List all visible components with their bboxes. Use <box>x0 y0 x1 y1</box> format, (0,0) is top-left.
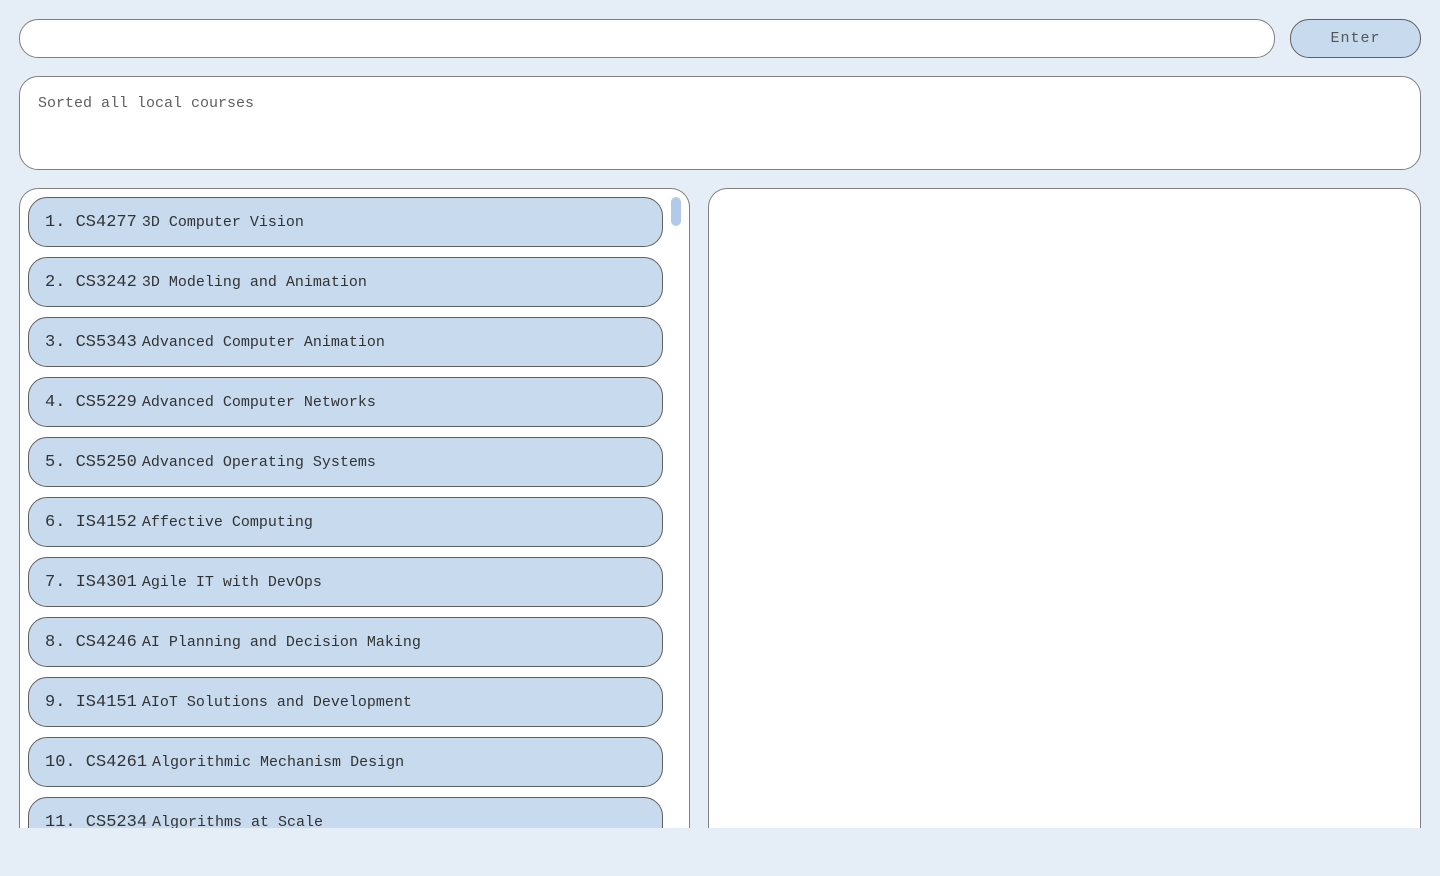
course-title: 3D Modeling and Animation <box>142 274 367 291</box>
course-title: Advanced Computer Animation <box>142 334 385 351</box>
course-item[interactable]: 4. CS5229 Advanced Computer Networks <box>28 377 663 427</box>
course-label: 5. CS5250 Advanced Operating Systems <box>45 453 376 472</box>
course-code: 6. IS4152 <box>45 513 137 532</box>
course-label: 3. CS5343 Advanced Computer Animation <box>45 333 385 352</box>
course-item[interactable]: 7. IS4301 Agile IT with DevOps <box>28 557 663 607</box>
course-item[interactable]: 1. CS4277 3D Computer Vision <box>28 197 663 247</box>
course-code: 3. CS5343 <box>45 333 137 352</box>
course-code: 5. CS5250 <box>45 453 137 472</box>
course-item[interactable]: 5. CS5250 Advanced Operating Systems <box>28 437 663 487</box>
status-text: Sorted all local courses <box>38 95 254 112</box>
detail-panel <box>708 188 1421 828</box>
course-item[interactable]: 2. CS3242 3D Modeling and Animation <box>28 257 663 307</box>
course-label: 1. CS4277 3D Computer Vision <box>45 213 304 232</box>
search-input[interactable] <box>19 19 1275 58</box>
course-title: AIoT Solutions and Development <box>142 694 412 711</box>
course-title: 3D Computer Vision <box>142 214 304 231</box>
course-item[interactable]: 9. IS4151 AIoT Solutions and Development <box>28 677 663 727</box>
scrollbar-thumb[interactable] <box>671 197 681 226</box>
course-item[interactable]: 10. CS4261 Algorithmic Mechanism Design <box>28 737 663 787</box>
course-code: 2. CS3242 <box>45 273 137 292</box>
course-label: 4. CS5229 Advanced Computer Networks <box>45 393 376 412</box>
course-title: Advanced Operating Systems <box>142 454 376 471</box>
course-label: 8. CS4246 AI Planning and Decision Making <box>45 633 421 652</box>
course-item[interactable]: 8. CS4246 AI Planning and Decision Making <box>28 617 663 667</box>
course-title: Algorithmic Mechanism Design <box>152 754 404 771</box>
course-label: 2. CS3242 3D Modeling and Animation <box>45 273 367 292</box>
course-list-panel: 1. CS4277 3D Computer Vision 2. CS3242 3D M… <box>19 188 690 828</box>
status-panel: Sorted all local courses <box>19 76 1421 170</box>
course-label: 11. CS5234 Algorithms at Scale <box>45 813 323 829</box>
course-title: Affective Computing <box>142 514 313 531</box>
course-code: 4. CS5229 <box>45 393 137 412</box>
course-code: 11. CS5234 <box>45 813 147 829</box>
course-item[interactable]: 11. CS5234 Algorithms at Scale <box>28 797 663 828</box>
course-title: Algorithms at Scale <box>152 814 323 829</box>
enter-button[interactable]: Enter <box>1290 19 1421 58</box>
course-code: 9. IS4151 <box>45 693 137 712</box>
course-code: 8. CS4246 <box>45 633 137 652</box>
course-list[interactable]: 1. CS4277 3D Computer Vision 2. CS3242 3D M… <box>28 197 681 828</box>
course-title: Advanced Computer Networks <box>142 394 376 411</box>
course-title: Agile IT with DevOps <box>142 574 322 591</box>
course-code: 1. CS4277 <box>45 213 137 232</box>
course-item[interactable]: 6. IS4152 Affective Computing <box>28 497 663 547</box>
course-label: 10. CS4261 Algorithmic Mechanism Design <box>45 753 404 772</box>
course-label: 6. IS4152 Affective Computing <box>45 513 313 532</box>
course-code: 7. IS4301 <box>45 573 137 592</box>
course-item[interactable]: 3. CS5343 Advanced Computer Animation <box>28 317 663 367</box>
course-title: AI Planning and Decision Making <box>142 634 421 651</box>
course-label: 9. IS4151 AIoT Solutions and Development <box>45 693 412 712</box>
course-code: 10. CS4261 <box>45 753 147 772</box>
course-label: 7. IS4301 Agile IT with DevOps <box>45 573 322 592</box>
